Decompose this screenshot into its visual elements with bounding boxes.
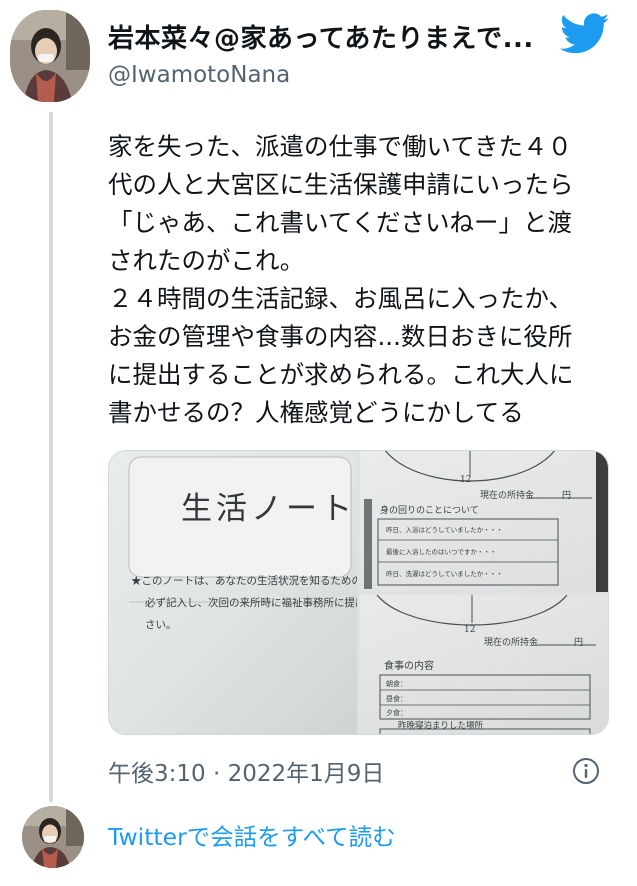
- money-unit: 円: [574, 638, 584, 648]
- photo-notebook-cover[interactable]: 生活ノート ★このノートは、あなたの生活状況を知るためのもので 必ず記入し、次回…: [109, 451, 357, 734]
- notebook-note-line: 必ず記入し、次回の来所時に福祉事務所に提出してく: [145, 597, 357, 609]
- section-title: 身の回りのことについて: [380, 506, 479, 516]
- author-handle[interactable]: @IwamotoNana: [108, 62, 290, 88]
- tweet-line: 「じゃあ、これ書いてくださいねー」と渡: [108, 208, 573, 237]
- money-label: 現在の所持金: [480, 491, 535, 501]
- meal-lunch: 昼食：: [386, 695, 407, 703]
- photo-meal-record-page[interactable]: 12 現在の所持金 円 食事の内容 朝食： 昼食： 夕食： 昨晩寝泊まりした場所: [360, 595, 608, 734]
- question-bathing-yesterday: 昨日、入浴はどうしていましたか・・・: [386, 526, 503, 534]
- notebook-title: 生活ノート: [181, 491, 356, 527]
- tweet-line: お金の管理や食事の内容...数日おきに役所: [108, 322, 573, 351]
- author-display-name[interactable]: 岩本菜々@家あってあたりまえで...: [108, 18, 534, 55]
- clock-twelve-label: 12: [464, 625, 476, 635]
- media-grid: 生活ノート ★このノートは、あなたの生活状況を知るためのもので 必ず記入し、次回…: [108, 450, 609, 735]
- money-label: 現在の所持金: [484, 638, 539, 648]
- meal-breakfast: 朝食：: [386, 680, 407, 688]
- clock-twelve-label: 12: [460, 475, 472, 485]
- photo-daily-record-page[interactable]: 12 現在の所持金 円 身の回りのことについて 昨日、入浴はどうしていましたか・…: [360, 451, 608, 592]
- read-conversation-link[interactable]: Twitterで会話をすべて読む: [108, 818, 396, 852]
- info-icon[interactable]: [571, 756, 601, 786]
- section-title: 食事の内容: [384, 661, 434, 672]
- notebook-note-line: ★このノートは、あなたの生活状況を知るためのもので: [131, 575, 357, 587]
- meal-dinner: 夕食：: [386, 709, 407, 717]
- tweet-line: 家を失った、派遣の仕事で働いてきた４０: [108, 132, 573, 161]
- twitter-bird-icon[interactable]: [560, 12, 610, 56]
- question-laundry: 昨日、洗濯はどうしていましたか・・・: [386, 570, 503, 578]
- author-avatar[interactable]: [10, 10, 90, 102]
- tweet-line: 書かせるの？人権感覚どうにかしてる: [108, 398, 524, 427]
- tweet-line: に提出することが求められる。これ大人に: [108, 360, 574, 389]
- sleep-place-label: 昨晩寝泊まりした場所: [398, 721, 484, 731]
- question-last-bath: 最後に入浴したのはいつですか・・・: [386, 548, 497, 556]
- footer-avatar[interactable]: [22, 806, 84, 868]
- tweet-text: 家を失った、派遣の仕事で働いてきた４０ 代の人と大宮区に生活保護申請にいったら …: [108, 128, 618, 432]
- money-unit: 円: [562, 491, 572, 501]
- tweet-timestamp[interactable]: 午後3:10 · 2022年1月9日: [108, 754, 384, 788]
- tweet-line: ２４時間の生活記録、お風呂に入ったか、: [108, 284, 574, 313]
- notebook-note-line: さい。: [145, 619, 177, 631]
- tweet-line: 代の人と大宮区に生活保護申請にいったら: [108, 170, 574, 199]
- tweet-line: されたのがこれ。: [108, 246, 305, 275]
- thread-line: [49, 112, 53, 802]
